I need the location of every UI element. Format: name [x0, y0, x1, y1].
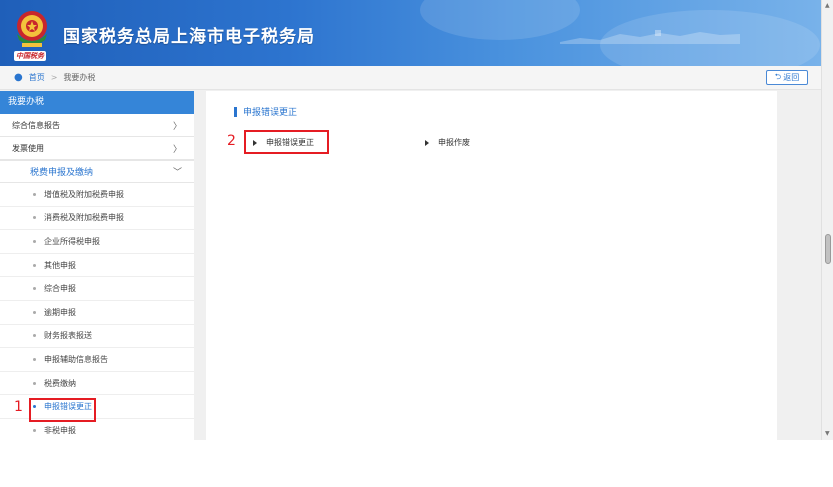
sidebar-item-other-filing[interactable]: 其他申报 — [0, 254, 194, 278]
great-wall-decoration — [560, 30, 740, 44]
chevron-right-icon: 〉 — [172, 144, 182, 155]
title-accent-bar — [234, 106, 237, 117]
sidebar-item-consumption-tax-filing[interactable]: 消费税及附加税费申报 — [0, 207, 194, 231]
scroll-down-arrow-icon[interactable]: ▼ — [825, 430, 830, 437]
bullet-icon — [33, 310, 36, 314]
sidebar-item-label: 增值税及附加税费申报 — [44, 189, 124, 199]
scroll-up-arrow-icon[interactable]: ▲ — [825, 2, 830, 9]
breadcrumb-current: 我要办税 — [63, 73, 96, 82]
bullet-icon — [33, 216, 36, 220]
annotation-box-1 — [29, 398, 96, 422]
back-button[interactable]: ⮌ 返回 — [766, 70, 808, 85]
sidebar-category-label: 税费申报及缴纳 — [30, 168, 94, 178]
sidebar-item-label: 非税申报 — [44, 425, 76, 435]
header-decoration — [420, 0, 580, 40]
sidebar-title: 我要办税 — [0, 91, 194, 114]
bullet-icon — [33, 381, 36, 385]
sidebar-category-label: 发票使用 — [12, 143, 44, 153]
back-button-label: 返回 — [783, 73, 800, 82]
breadcrumb-separator: > — [50, 73, 58, 82]
sidebar-item-label: 财务报表报送 — [44, 331, 92, 341]
chevron-down-icon: ﹀ — [172, 168, 182, 178]
section-title: 申报错误更正 — [234, 105, 297, 118]
bullet-icon — [33, 334, 36, 338]
bullet-icon — [33, 287, 36, 291]
breadcrumb: ● 首页 > 我要办税 ⮌ 返回 — [0, 66, 821, 90]
sidebar-item-label: 企业所得税申报 — [44, 236, 100, 246]
bullet-icon — [33, 357, 36, 361]
sidebar-item-tax-payment[interactable]: 税费缴纳 — [0, 372, 194, 396]
browser-viewport: 中国税务 国家税务总局上海市电子税务局 ● 首页 > 我要办税 ⮌ 返回 我要办… — [0, 0, 833, 440]
sidebar-item-label: 申报辅助信息报告 — [44, 354, 108, 364]
sidebar-item-non-tax-filing[interactable]: 非税申报 — [0, 419, 194, 440]
sidebar-category-info-report[interactable]: 综合信息报告 〉 — [0, 114, 194, 137]
triangle-right-icon — [425, 139, 429, 146]
vertical-scrollbar[interactable]: ▲ ▼ — [821, 0, 833, 440]
section-title-text: 申报错误更正 — [243, 108, 298, 118]
sidebar-menu: 我要办税 综合信息报告 〉 发票使用 〉 税费申报及缴纳 ﹀ 增值税及附加税费申… — [0, 91, 194, 440]
sidebar-item-auxiliary-info-report[interactable]: 申报辅助信息报告 — [0, 348, 194, 372]
sidebar-item-label: 逾期申报 — [44, 307, 76, 317]
bullet-icon — [33, 428, 36, 432]
chevron-right-icon: 〉 — [172, 121, 182, 132]
return-arrow-icon: ⮌ — [774, 71, 782, 81]
annotation-number-2: 2 — [227, 133, 236, 149]
sidebar-category-label: 综合信息报告 — [12, 120, 60, 130]
link-label: 申报作废 — [438, 138, 470, 147]
bullet-icon — [33, 192, 36, 196]
sidebar-category-invoice[interactable]: 发票使用 〉 — [0, 137, 194, 160]
scrollbar-thumb[interactable] — [825, 234, 831, 264]
sidebar-item-comprehensive-filing[interactable]: 综合申报 — [0, 277, 194, 301]
sidebar-item-vat-filing[interactable]: 增值税及附加税费申报 — [0, 183, 194, 207]
site-title: 国家税务总局上海市电子税务局 — [63, 27, 315, 47]
sidebar-category-tax-filing[interactable]: 税费申报及缴纳 ﹀ — [0, 160, 194, 183]
annotation-number-1: 1 — [14, 399, 23, 415]
sidebar-item-label: 消费税及附加税费申报 — [44, 213, 124, 223]
sidebar-item-label: 其他申报 — [44, 260, 76, 270]
emblem-caption: 中国税务 — [14, 51, 46, 61]
site-header: 中国税务 国家税务总局上海市电子税务局 — [0, 0, 821, 66]
annotation-box-2 — [244, 130, 329, 154]
sidebar-item-financial-statements[interactable]: 财务报表报送 — [0, 325, 194, 349]
breadcrumb-home-link[interactable]: 首页 — [29, 72, 45, 83]
sidebar-item-label: 综合申报 — [44, 284, 76, 294]
sidebar-item-overdue-filing[interactable]: 逾期申报 — [0, 301, 194, 325]
tax-emblem-icon — [17, 11, 47, 47]
bullet-icon — [33, 239, 36, 243]
location-pin-icon: ● — [14, 72, 23, 83]
bullet-icon — [33, 263, 36, 267]
sidebar-item-corporate-income-tax[interactable]: 企业所得税申报 — [0, 230, 194, 254]
sidebar-item-label: 税费缴纳 — [44, 378, 76, 388]
filing-void-link[interactable]: 申报作废 — [425, 137, 470, 148]
